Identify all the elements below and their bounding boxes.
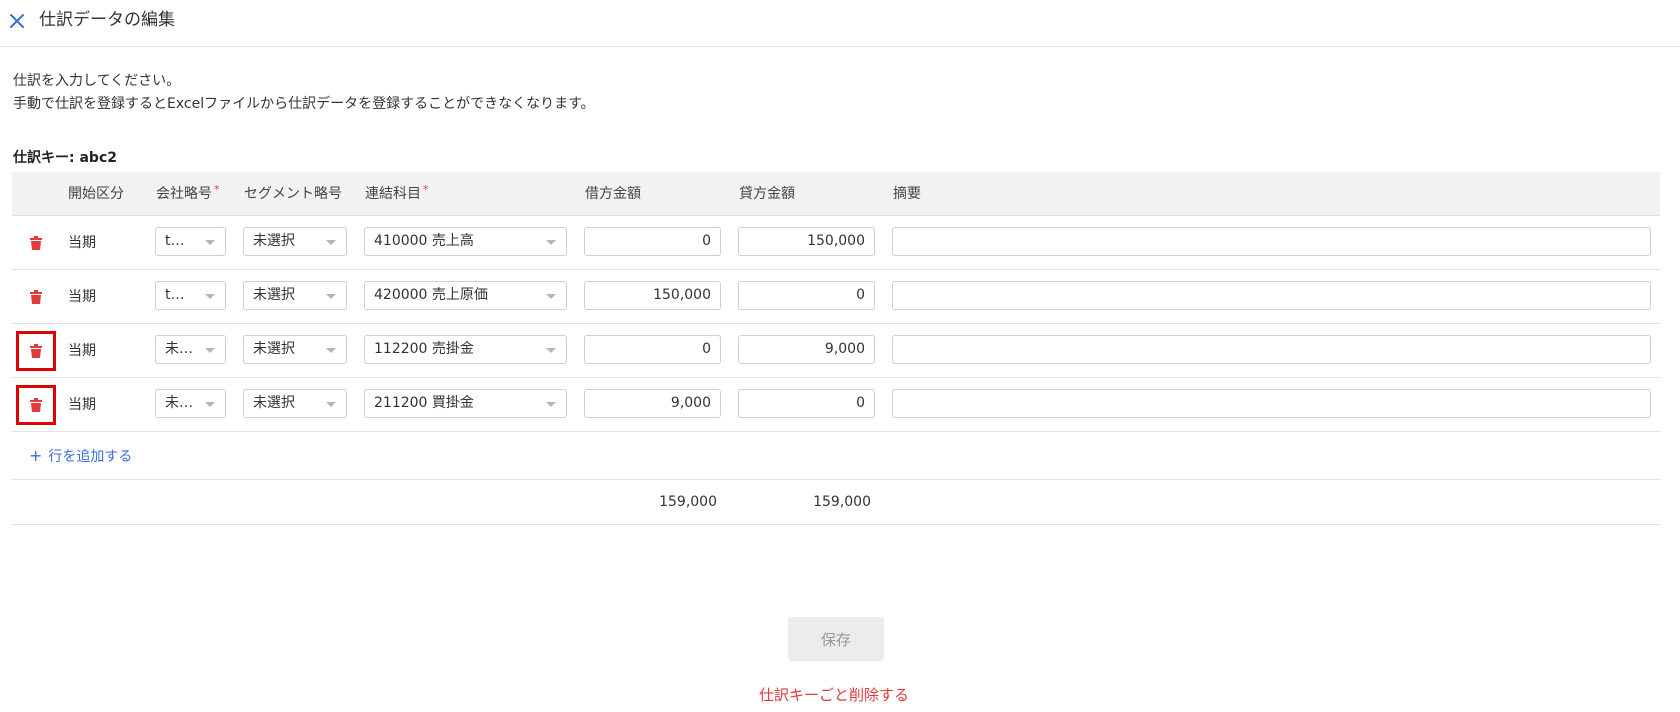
journal-key-label: 仕訳キー: abc2 — [13, 150, 117, 166]
company-select[interactable]: 未… — [155, 389, 226, 418]
chevron-down-icon — [205, 348, 215, 353]
segment-select[interactable]: 未選択 — [243, 227, 347, 256]
column-header-account: 連結科目 * — [365, 183, 429, 202]
close-icon — [10, 14, 24, 28]
table-row: 当期 未… 未選択 112200 売掛金 0 9,000 — [12, 324, 1660, 378]
period-value: 当期 — [68, 289, 96, 305]
debit-input[interactable]: 9,000 — [584, 389, 721, 418]
debit-total: 159,000 — [659, 494, 717, 510]
account-select[interactable]: 112200 売掛金 — [364, 335, 567, 364]
account-select[interactable]: 211200 買掛金 — [364, 389, 567, 418]
credit-input[interactable]: 150,000 — [738, 227, 875, 256]
credit-input[interactable]: 0 — [738, 281, 875, 310]
segment-select[interactable]: 未選択 — [243, 281, 347, 310]
chevron-down-icon — [546, 294, 556, 299]
table-header: 開始区分 会社略号 * セグメント略号 連結科目 * 借方金額 貸方金額 摘要 — [12, 172, 1660, 216]
credit-input[interactable]: 0 — [738, 389, 875, 418]
segment-select[interactable]: 未選択 — [243, 335, 347, 364]
column-header-credit: 貸方金額 — [739, 186, 795, 202]
chevron-down-icon — [205, 240, 215, 245]
chevron-down-icon — [546, 240, 556, 245]
description-line-1: 仕訳を入力してください。 — [13, 73, 181, 89]
chevron-down-icon — [326, 240, 336, 245]
table-row: 当期 未… 未選択 211200 買掛金 9,000 0 — [12, 378, 1660, 432]
delete-row-button[interactable] — [16, 385, 56, 425]
journal-table: 開始区分 会社略号 * セグメント略号 連結科目 * 借方金額 貸方金額 摘要 当期… — [12, 172, 1660, 525]
chevron-down-icon — [326, 294, 336, 299]
chevron-down-icon — [205, 294, 215, 299]
credit-total: 159,000 — [813, 494, 871, 510]
column-header-memo: 摘要 — [893, 186, 921, 202]
column-header-debit: 借方金額 — [585, 186, 641, 202]
period-value: 当期 — [68, 397, 96, 413]
add-row-section: + 行を追加する — [12, 432, 1660, 480]
chevron-down-icon — [546, 348, 556, 353]
table-row: 当期 t… 未選択 410000 売上高 0 150,000 — [12, 216, 1660, 270]
chevron-down-icon — [326, 402, 336, 407]
chevron-down-icon — [326, 348, 336, 353]
add-row-button[interactable]: + 行を追加する — [29, 446, 132, 466]
memo-input[interactable] — [892, 335, 1651, 364]
page-title: 仕訳データの編集 — [39, 10, 175, 30]
company-select[interactable]: t… — [155, 227, 226, 256]
debit-input[interactable]: 150,000 — [584, 281, 721, 310]
delete-row-button[interactable] — [16, 223, 56, 263]
memo-input[interactable] — [892, 389, 1651, 418]
add-row-label: 行を追加する — [48, 449, 133, 465]
delete-row-button[interactable] — [16, 331, 56, 371]
memo-input[interactable] — [892, 227, 1651, 256]
period-value: 当期 — [68, 235, 96, 251]
column-header-period: 開始区分 — [68, 186, 124, 202]
chevron-down-icon — [205, 402, 215, 407]
trash-icon — [30, 290, 42, 304]
totals-row: 159,000 159,000 — [12, 480, 1660, 525]
column-header-segment: セグメント略号 — [244, 186, 342, 202]
plus-icon: + — [29, 446, 43, 465]
period-value: 当期 — [68, 343, 96, 359]
credit-input[interactable]: 9,000 — [738, 335, 875, 364]
save-button[interactable]: 保存 — [788, 617, 884, 661]
description: 仕訳を入力してください。 手動で仕訳を登録するとExcelファイルから仕訳データ… — [13, 70, 595, 116]
required-mark: * — [214, 183, 220, 196]
company-select[interactable]: 未… — [155, 335, 226, 364]
delete-row-button[interactable] — [16, 277, 56, 317]
memo-input[interactable] — [892, 281, 1651, 310]
delete-journal-key-link[interactable]: 仕訳キーごと削除する — [759, 684, 909, 705]
column-header-company: 会社略号 * — [156, 183, 220, 202]
trash-icon — [30, 398, 42, 412]
description-line-2: 手動で仕訳を登録するとExcelファイルから仕訳データを登録することができなくな… — [13, 96, 595, 112]
segment-select[interactable]: 未選択 — [243, 389, 347, 418]
table-row: 当期 t… 未選択 420000 売上原価 150,000 0 — [12, 270, 1660, 324]
chevron-down-icon — [546, 402, 556, 407]
trash-icon — [30, 236, 42, 250]
debit-input[interactable]: 0 — [584, 335, 721, 364]
account-select[interactable]: 410000 売上高 — [364, 227, 567, 256]
account-select[interactable]: 420000 売上原価 — [364, 281, 567, 310]
close-button[interactable] — [6, 10, 28, 32]
required-mark: * — [423, 183, 429, 196]
company-select[interactable]: t… — [155, 281, 226, 310]
header-bar: 仕訳データの編集 — [0, 0, 1680, 47]
trash-icon — [30, 344, 42, 358]
debit-input[interactable]: 0 — [584, 227, 721, 256]
